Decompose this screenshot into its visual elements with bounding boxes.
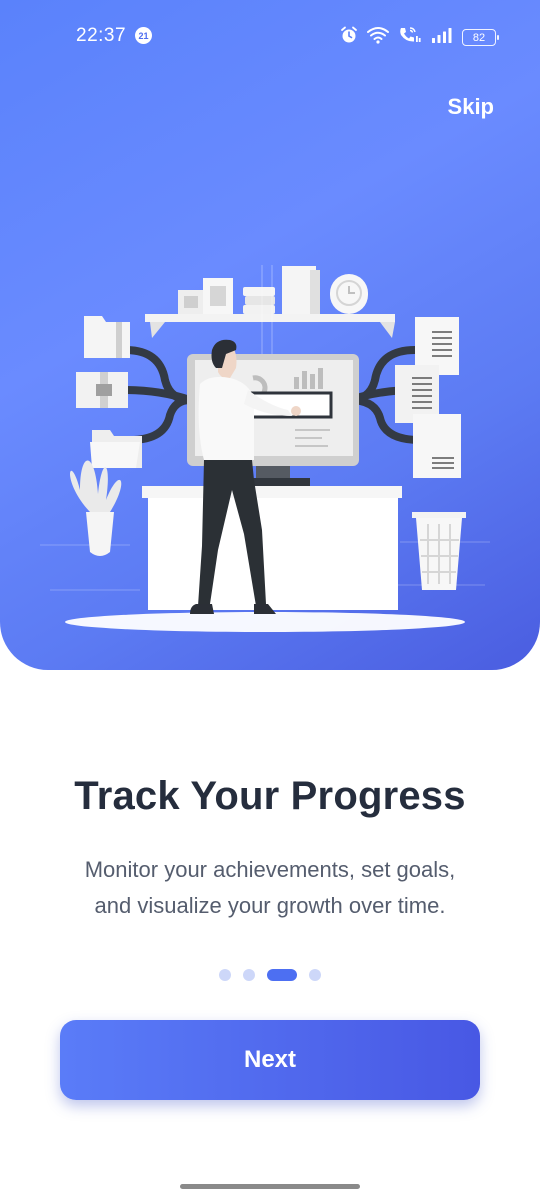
person-at-monitor-illustration (40, 265, 490, 632)
page-dot[interactable] (219, 969, 231, 981)
page-dot-active[interactable] (267, 969, 297, 981)
battery-icon: 82 (462, 29, 499, 46)
hero-panel: 22:37 21 82 Skip (0, 0, 540, 670)
status-time: 22:37 (76, 25, 127, 46)
wifi-icon (367, 26, 389, 49)
page-subtitle: Monitor your achievements, set goals, an… (40, 852, 500, 924)
alarm-icon (340, 26, 358, 49)
status-bar: 22:37 21 82 (0, 0, 540, 72)
page-title: Track Your Progress (74, 774, 466, 818)
notification-badge: 21 (135, 27, 152, 44)
signal-icon (431, 27, 453, 48)
subtitle-line: and visualize your growth over time. (94, 893, 446, 918)
skip-button[interactable]: Skip (448, 94, 494, 120)
page-dot[interactable] (243, 969, 255, 981)
onboarding-screen: 22:37 21 82 Skip Track Your Progress Mon… (0, 0, 540, 1200)
next-button[interactable]: Next (60, 1020, 480, 1100)
page-indicator (0, 969, 540, 981)
home-indicator[interactable] (180, 1184, 360, 1189)
volte-call-icon (398, 26, 422, 49)
status-icons: 82 (340, 26, 499, 49)
page-dot[interactable] (309, 969, 321, 981)
subtitle-line: Monitor your achievements, set goals, (84, 857, 456, 882)
